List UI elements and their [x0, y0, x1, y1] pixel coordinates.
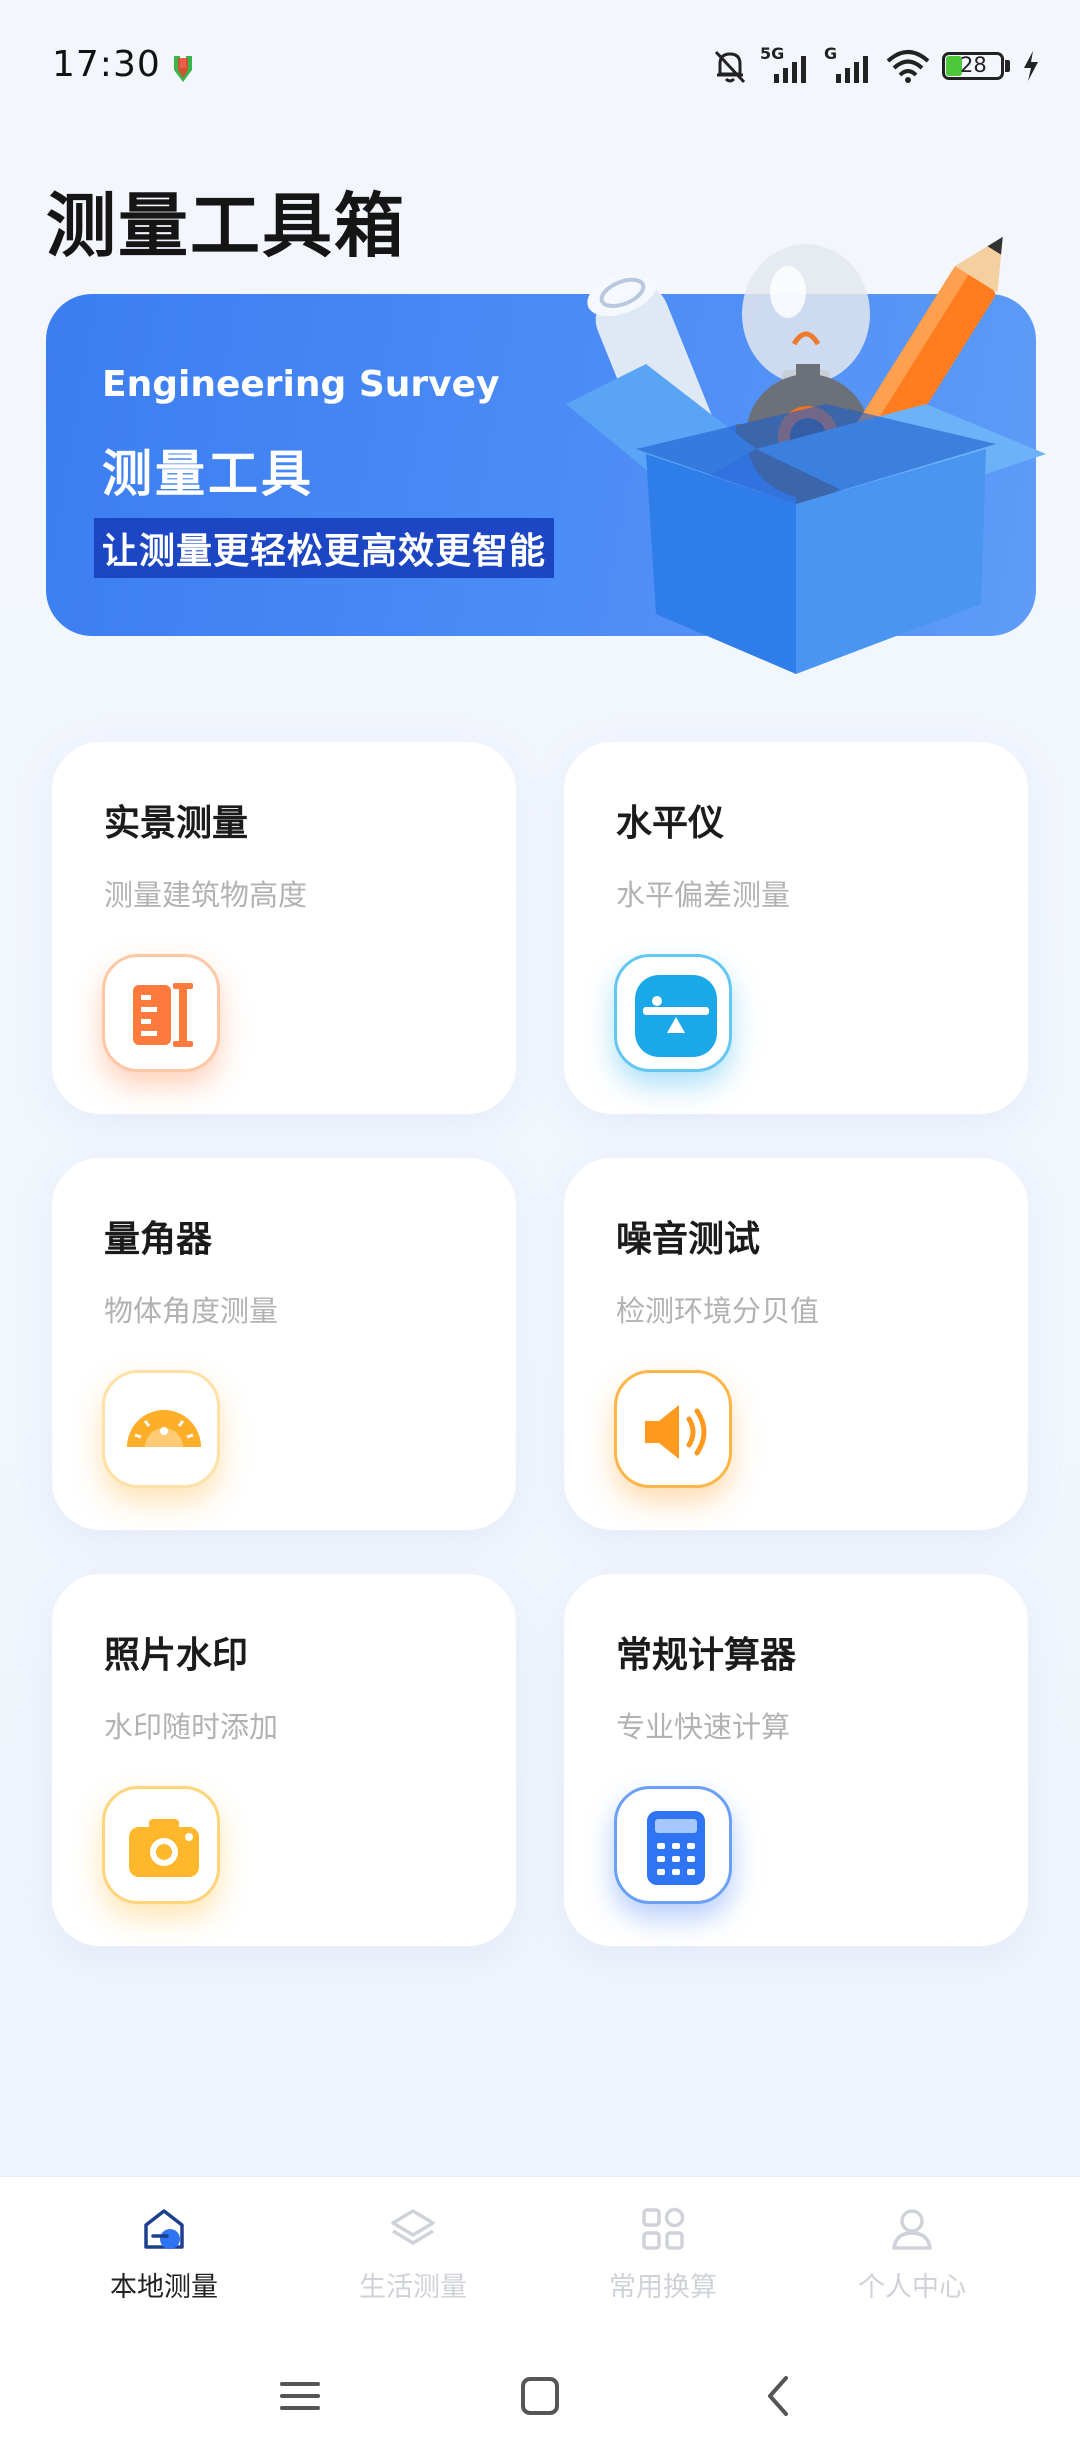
nav-label: 生活测量 [359, 2272, 467, 2303]
card-subtitle: 检测环境分贝值 [616, 1294, 820, 1328]
cellular-signal-1: 5G [760, 44, 812, 86]
camera-icon [102, 1786, 220, 1904]
nav-label: 个人中心 [858, 2272, 966, 2303]
page-title: 测量工具箱 [46, 185, 406, 267]
tool-card-calculator[interactable]: 常规计算器 专业快速计算 [564, 1574, 1028, 1946]
toolbox-illustration [566, 236, 1046, 674]
card-title: 照片水印 [104, 1635, 249, 1676]
tool-card-scene-measure[interactable]: 实景测量 测量建筑物高度 [52, 742, 516, 1114]
mute-bell-icon [714, 50, 746, 84]
protractor-icon [102, 1370, 220, 1488]
home-square-icon[interactable] [510, 2366, 570, 2426]
nav-item-life-measure[interactable]: 生活测量 [313, 2201, 513, 2321]
home-icon [144, 2209, 184, 2249]
battery-level: 28 [960, 53, 987, 77]
tool-card-protractor[interactable]: 量角器 物体角度测量 [52, 1158, 516, 1530]
nav-item-common-conversion[interactable]: 常用换算 [563, 2201, 763, 2321]
charging-bolt-icon [1024, 51, 1038, 81]
status-icons: 5G G 28 [710, 44, 1040, 86]
ruler-icon [102, 954, 220, 1072]
cellular-signal-2: G [822, 44, 874, 86]
nav-item-local-measure[interactable]: 本地测量 [64, 2201, 264, 2321]
banner-en-title: Engineering Survey [102, 364, 500, 405]
nav-item-personal-center[interactable]: 个人中心 [812, 2201, 1012, 2321]
card-subtitle: 水平偏差测量 [616, 878, 791, 912]
app-notification-icon [174, 56, 192, 82]
tool-card-spirit-level[interactable]: 水平仪 水平偏差测量 [564, 742, 1028, 1114]
grid-icon [642, 2207, 685, 2250]
person-icon [892, 2209, 932, 2250]
system-nav-bar [0, 2336, 1080, 2460]
nav-label: 常用换算 [609, 2272, 717, 2303]
menu-icon[interactable] [270, 2366, 330, 2426]
promo-banner[interactable]: Engineering Survey 测量工具 让测量更轻松更高效更智能 [46, 236, 1046, 674]
battery-indicator: 28 [942, 50, 1012, 82]
signal-bars-icon [774, 56, 806, 83]
banner-slogan: 让测量更轻松更高效更智能 [94, 518, 555, 578]
card-title: 量角器 [104, 1219, 213, 1260]
speaker-icon [614, 1370, 732, 1488]
wifi-icon [886, 50, 930, 83]
card-subtitle: 测量建筑物高度 [104, 878, 308, 912]
tool-card-photo-watermark[interactable]: 照片水印 水印随时添加 [52, 1574, 516, 1946]
card-subtitle: 专业快速计算 [616, 1710, 791, 1744]
bottom-nav: 本地测量 生活测量 常用换算 个人中心 [0, 2176, 1080, 2337]
status-time: 17:30 [52, 44, 161, 85]
tool-card-noise-test[interactable]: 噪音测试 检测环境分贝值 [564, 1158, 1028, 1530]
calculator-icon [614, 1786, 732, 1904]
card-subtitle: 水印随时添加 [104, 1710, 279, 1744]
layers-icon [391, 2209, 435, 2245]
nav-label: 本地测量 [110, 2272, 218, 2303]
card-subtitle: 物体角度测量 [104, 1294, 279, 1328]
card-title: 水平仪 [616, 803, 725, 844]
card-title: 噪音测试 [616, 1219, 761, 1260]
banner-cn-title: 测量工具 [102, 445, 314, 503]
status-bar: 17:30 5G G 28 [0, 0, 1080, 130]
level-icon [614, 954, 732, 1072]
signal-bars-icon [836, 56, 868, 83]
card-title: 常规计算器 [616, 1635, 797, 1676]
back-icon[interactable] [750, 2366, 810, 2426]
card-title: 实景测量 [104, 803, 249, 844]
